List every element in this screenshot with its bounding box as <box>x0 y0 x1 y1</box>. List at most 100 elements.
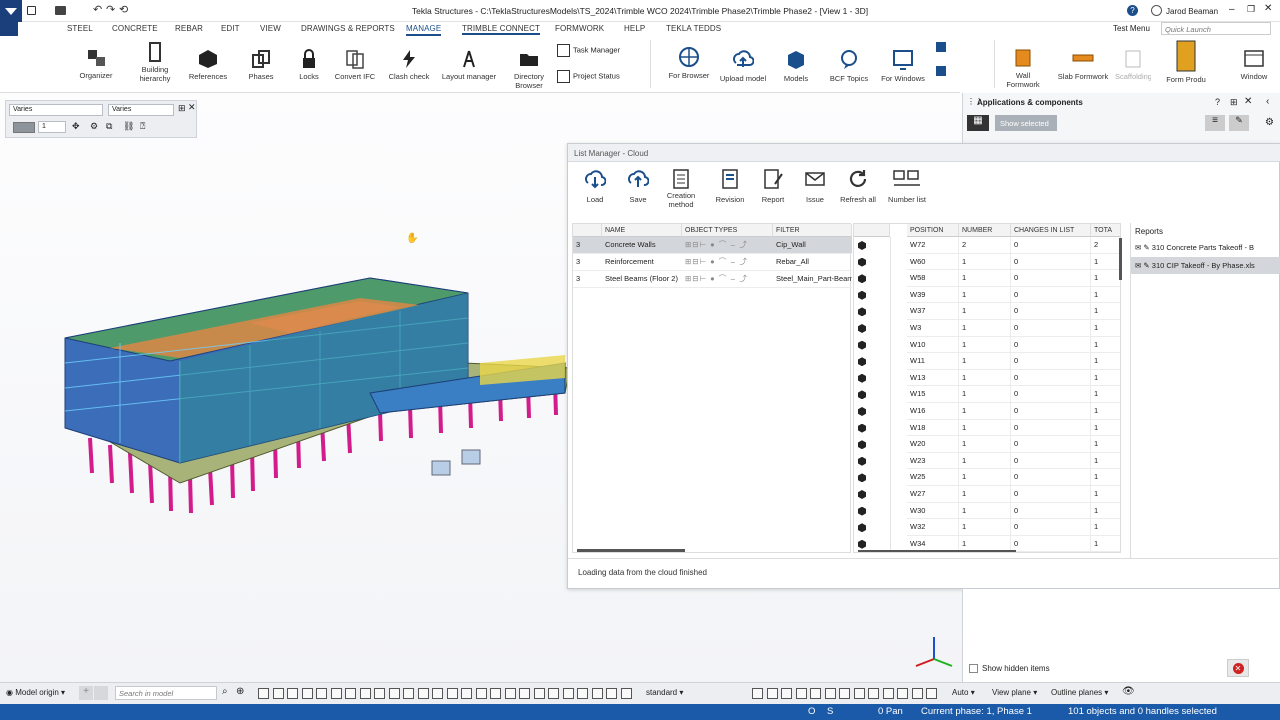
col-changes[interactable]: CHANGES IN LIST <box>1011 224 1091 237</box>
table-row[interactable]: W23 1 0 1 <box>854 452 1120 470</box>
col-object-types[interactable]: OBJECT TYPES <box>682 224 773 237</box>
menu-view[interactable]: VIEW <box>260 24 281 33</box>
snap-tri-icon[interactable] <box>781 688 792 699</box>
quick-launch-input[interactable]: Quick Launch <box>1161 22 1271 35</box>
load-button[interactable]: Load <box>578 168 612 204</box>
class-select-a[interactable]: Varies <box>9 104 103 116</box>
move-icon[interactable]: ✥ <box>72 121 80 132</box>
phases-button[interactable]: Phases <box>241 49 281 81</box>
table-row[interactable]: W10 1 0 1 <box>854 336 1120 354</box>
snap-rect-icon[interactable] <box>752 688 763 699</box>
save-list-button[interactable]: Save <box>621 168 655 204</box>
horizontal-scrollbar[interactable] <box>858 550 1016 552</box>
table-row[interactable]: W18 1 0 1 <box>854 419 1120 437</box>
table-row[interactable]: W3 1 0 1 <box>854 320 1120 337</box>
panel-back-icon[interactable]: ‹ <box>1266 96 1269 107</box>
snap-perp-icon[interactable] <box>432 688 443 699</box>
menu-concrete[interactable]: CONCRETE <box>112 24 158 33</box>
for-browser-button[interactable]: For Browser <box>664 46 714 80</box>
menu-steel[interactable]: STEEL <box>67 24 93 33</box>
project-status-button[interactable]: Project Status <box>557 70 620 83</box>
snap-level-icon[interactable] <box>882 688 894 699</box>
class-select-b[interactable]: Varies <box>108 104 174 116</box>
table-row[interactable]: W11 1 0 1 <box>854 353 1120 370</box>
pin-icon[interactable]: ⊞ <box>178 103 186 114</box>
menu-rebar[interactable]: REBAR <box>175 24 203 33</box>
slab-formwork-button[interactable]: Slab Formwork <box>1055 49 1111 81</box>
settings-icon[interactable]: ⚙ <box>1265 117 1274 128</box>
references-button[interactable]: References <box>186 49 230 81</box>
vertical-scrollbar[interactable] <box>1119 238 1122 280</box>
issue-button[interactable]: Issue <box>798 168 832 204</box>
table-row[interactable]: W27 1 0 1 <box>854 486 1120 503</box>
snap-hinge-icon[interactable] <box>591 688 603 699</box>
report-item[interactable]: ✉ ✎ 310 CIP Takeoff - By Phase.xls <box>1131 257 1280 274</box>
select-all-icon[interactable] <box>287 688 298 699</box>
snap-plane-icon[interactable] <box>475 688 487 699</box>
help-icon[interactable]: ? <box>1127 5 1138 16</box>
filter-icon[interactable]: ⚙ <box>90 121 98 132</box>
table-row[interactable]: W16 1 0 1 <box>854 403 1120 420</box>
snap-ortho-icon[interactable] <box>606 688 617 699</box>
snap-tan-icon[interactable] <box>519 688 530 699</box>
snap-ext-icon[interactable] <box>446 688 458 699</box>
menu-formwork[interactable]: FORMWORK <box>555 24 604 33</box>
table-row[interactable]: W32 1 0 1 <box>854 519 1120 536</box>
snap-end-icon[interactable] <box>345 688 356 699</box>
task-manager-button[interactable]: Task Manager <box>557 44 620 57</box>
snap-face-icon[interactable] <box>577 688 588 699</box>
snap-lock2-icon[interactable] <box>926 688 937 699</box>
search-icon[interactable]: ⌕ <box>222 686 228 697</box>
standard-select[interactable]: standard ▾ <box>646 688 683 697</box>
table-row[interactable]: 3 Reinforcement ⊞⊟⊢ ● ⌒ ⌣ ⤴ Rebar_All <box>573 254 852 271</box>
test-menu[interactable]: Test Menu <box>1113 24 1150 33</box>
snap-nearest-icon[interactable] <box>417 688 429 699</box>
color-swatch[interactable] <box>13 122 35 133</box>
snap-slash-icon[interactable] <box>795 688 807 699</box>
snap-mid-icon[interactable] <box>359 688 371 699</box>
convert-ifc-button[interactable]: Convert IFC <box>332 49 378 81</box>
table-row[interactable]: W60 1 0 1 <box>854 253 1120 271</box>
number-list-button[interactable]: Number list <box>885 168 929 204</box>
snap-parallel-icon[interactable] <box>810 688 821 699</box>
auto-select[interactable]: Auto ▾ <box>952 688 975 697</box>
wall-formwork-button[interactable]: Wall Formwork <box>1002 48 1044 89</box>
snap-center-icon[interactable] <box>374 688 385 699</box>
select-part-icon[interactable] <box>272 688 284 699</box>
creation-method-button[interactable]: Creation method <box>663 168 699 209</box>
building-hierarchy-button[interactable]: Building hierarchy <box>131 42 179 83</box>
col-number[interactable]: NUMBER <box>959 224 1011 237</box>
table-row[interactable]: W72 2 0 2 <box>854 237 1120 254</box>
snap-angle-icon[interactable] <box>824 688 836 699</box>
eye-icon[interactable]: 👁 <box>1122 686 1135 697</box>
search-in-model-input[interactable]: Search in model <box>115 686 217 700</box>
table-row[interactable]: 3 Steel Beams (Floor 2) ⊞⊟⊢ ● ⌒ ⌣ ⤴ Stee… <box>573 271 852 288</box>
snap-edge-icon[interactable] <box>562 688 574 699</box>
revision-button[interactable]: Revision <box>712 168 748 204</box>
user-avatar[interactable] <box>1151 5 1162 16</box>
table-row[interactable]: W25 1 0 1 <box>854 469 1120 486</box>
snap-any-icon[interactable] <box>461 688 472 699</box>
col-position[interactable]: POSITION <box>907 224 959 237</box>
upload-model-button[interactable]: Upload model <box>715 49 771 83</box>
bcf-topics-button[interactable]: BCF Topics <box>826 49 872 83</box>
model-origin-select[interactable]: ◉ Model origin ▾ <box>6 688 65 697</box>
pointer-icon[interactable] <box>258 688 269 699</box>
stop-button[interactable]: ✕ <box>1227 659 1249 677</box>
snap-point-icon[interactable] <box>403 688 414 699</box>
panel-close-icon[interactable]: ✕ <box>1244 96 1252 107</box>
grid-view-button[interactable]: ▦ <box>967 115 989 131</box>
snap-int-icon[interactable] <box>533 688 545 699</box>
table-row[interactable]: W30 1 0 1 <box>854 502 1120 520</box>
tools-button[interactable]: ✎ <box>1229 115 1249 131</box>
snap-height-icon[interactable] <box>839 688 850 699</box>
report-item[interactable]: ✉ ✎ 310 Concrete Parts Takeoff - B <box>1131 239 1280 256</box>
col-total[interactable]: TOTA <box>1091 224 1120 237</box>
table-row[interactable]: W37 1 0 1 <box>854 303 1120 320</box>
origin-settings-button[interactable] <box>94 686 108 700</box>
menu-edit[interactable]: EDIT <box>221 24 240 33</box>
close-toolbar-icon[interactable]: ✕ <box>188 102 196 113</box>
menu-tekla-tedds[interactable]: TEKLA TEDDS <box>666 24 721 33</box>
table-row[interactable]: 3 Concrete Walls ⊞⊟⊢ ● ⌒ ⌣ ⤴ Cip_Wall <box>573 237 852 254</box>
snap-link-icon[interactable] <box>853 688 865 699</box>
